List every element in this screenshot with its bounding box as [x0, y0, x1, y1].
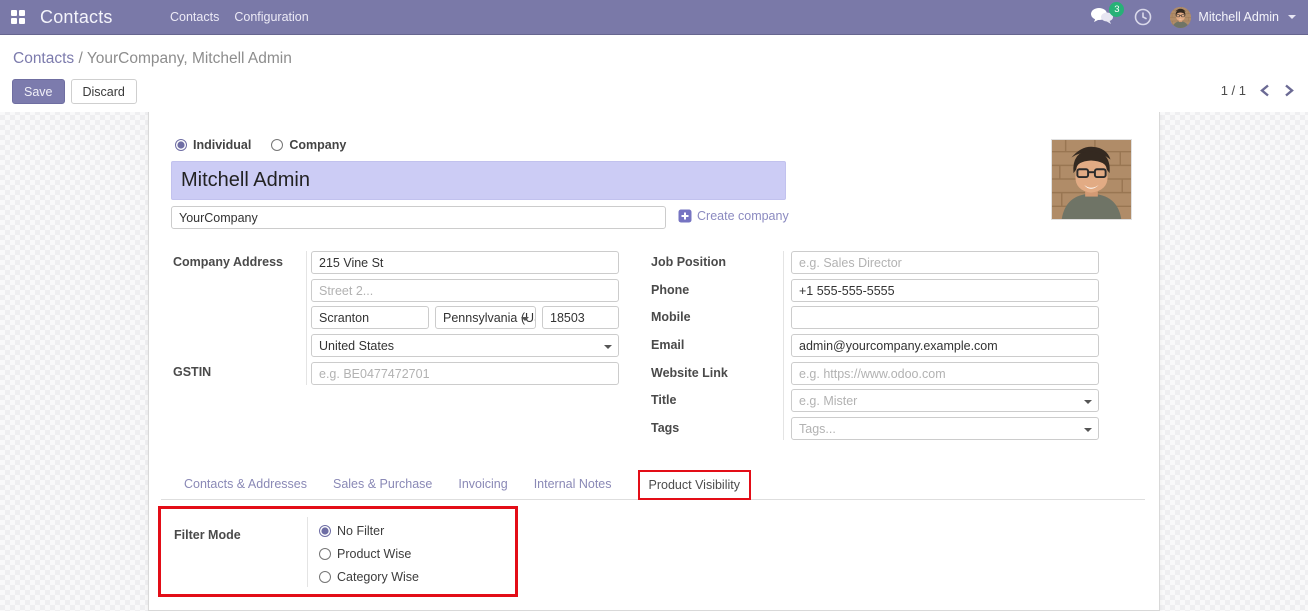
- city-input[interactable]: [311, 306, 429, 329]
- website-input[interactable]: [791, 362, 1099, 385]
- tab-internal-notes[interactable]: Internal Notes: [534, 477, 612, 491]
- discard-button[interactable]: Discard: [71, 79, 137, 104]
- contact-name-input[interactable]: [171, 161, 786, 200]
- individual-label: Individual: [193, 138, 251, 152]
- apps-menu-icon[interactable]: [0, 0, 36, 35]
- activities-clock-icon[interactable]: [1134, 8, 1152, 26]
- email-label: Email: [651, 338, 684, 352]
- tab-contacts-addresses[interactable]: Contacts & Addresses: [184, 477, 307, 491]
- tags-select[interactable]: Tags...: [791, 417, 1099, 440]
- street2-input[interactable]: [311, 279, 619, 302]
- company-type-selector: Individual Company: [175, 138, 346, 152]
- product-wise-radio[interactable]: [319, 548, 331, 560]
- company-radio[interactable]: [271, 139, 283, 151]
- phone-input[interactable]: [791, 279, 1099, 302]
- messages-count-badge: 3: [1109, 2, 1124, 17]
- filter-mode-options: No Filter Product Wise Category Wise: [319, 524, 419, 584]
- messages-icon[interactable]: 3: [1090, 6, 1116, 28]
- gstin-label: GSTIN: [173, 365, 211, 379]
- plus-square-icon: [678, 209, 692, 223]
- category-wise-radio[interactable]: [319, 571, 331, 583]
- title-label: Title: [651, 393, 676, 407]
- filter-group-separator: [307, 517, 308, 587]
- tags-label: Tags: [651, 421, 679, 435]
- company-label: Company: [289, 138, 346, 152]
- app-window: Contacts Contacts Configuration 3: [0, 0, 1308, 611]
- chevron-down-icon: [521, 317, 529, 321]
- no-filter-label: No Filter: [337, 524, 384, 538]
- street-input[interactable]: [311, 251, 619, 274]
- email-input[interactable]: [791, 334, 1099, 357]
- no-filter-radio[interactable]: [319, 525, 331, 537]
- title-select[interactable]: e.g. Mister: [791, 389, 1099, 412]
- right-group-separator: [783, 251, 784, 440]
- category-wise-label: Category Wise: [337, 570, 419, 584]
- chevron-down-icon: [1288, 15, 1296, 19]
- save-button[interactable]: Save: [12, 79, 65, 104]
- mobile-input[interactable]: [791, 306, 1099, 329]
- chevron-down-icon: [604, 345, 612, 349]
- phone-label: Phone: [651, 283, 689, 297]
- tab-invoicing[interactable]: Invoicing: [458, 477, 507, 491]
- pager-previous-icon[interactable]: [1260, 84, 1270, 97]
- job-position-input[interactable]: [791, 251, 1099, 274]
- breadcrumb-contacts-link[interactable]: Contacts: [13, 50, 74, 67]
- filter-mode-label: Filter Mode: [174, 528, 241, 542]
- chevron-down-icon: [1084, 428, 1092, 432]
- contact-photo[interactable]: [1051, 139, 1132, 220]
- breadcrumb: Contacts / YourCompany, Mitchell Admin: [13, 50, 292, 68]
- website-label: Website Link: [651, 366, 728, 380]
- tab-product-visibility[interactable]: Product Visibility: [638, 470, 751, 500]
- top-navbar: Contacts Contacts Configuration 3: [0, 0, 1308, 35]
- mobile-label: Mobile: [651, 310, 691, 324]
- filter-mode-annotation-box: Filter Mode No Filter Product Wise Categ…: [158, 506, 518, 597]
- company-name-input[interactable]: [171, 206, 666, 229]
- job-position-label: Job Position: [651, 255, 726, 269]
- control-panel: Contacts / YourCompany, Mitchell Admin S…: [0, 35, 1308, 112]
- notebook-tabs: Contacts & Addresses Sales & Purchase In…: [161, 469, 1145, 500]
- form-sheet: Individual Company Create company Compan…: [148, 112, 1160, 611]
- left-group-separator: [306, 251, 307, 385]
- tab-sales-purchase[interactable]: Sales & Purchase: [333, 477, 432, 491]
- product-wise-label: Product Wise: [337, 547, 411, 561]
- user-avatar: [1170, 7, 1191, 28]
- individual-radio[interactable]: [175, 139, 187, 151]
- pager: 1 / 1: [1221, 83, 1294, 98]
- user-menu[interactable]: Mitchell Admin: [1170, 7, 1296, 28]
- chevron-down-icon: [1084, 400, 1092, 404]
- menu-configuration[interactable]: Configuration: [234, 6, 308, 28]
- zip-input[interactable]: [542, 306, 619, 329]
- pager-count: 1 / 1: [1221, 83, 1246, 98]
- pager-next-icon[interactable]: [1284, 84, 1294, 97]
- create-company-link[interactable]: Create company: [678, 209, 789, 223]
- gstin-input[interactable]: [311, 362, 619, 385]
- menu-contacts[interactable]: Contacts: [170, 6, 219, 28]
- user-name: Mitchell Admin: [1198, 10, 1279, 24]
- state-select[interactable]: Pennsylvania (US): [435, 306, 536, 329]
- navbar-menus: Contacts Configuration: [170, 6, 309, 28]
- country-select[interactable]: United States: [311, 334, 619, 357]
- app-title: Contacts: [40, 7, 113, 28]
- company-address-label: Company Address: [173, 255, 283, 269]
